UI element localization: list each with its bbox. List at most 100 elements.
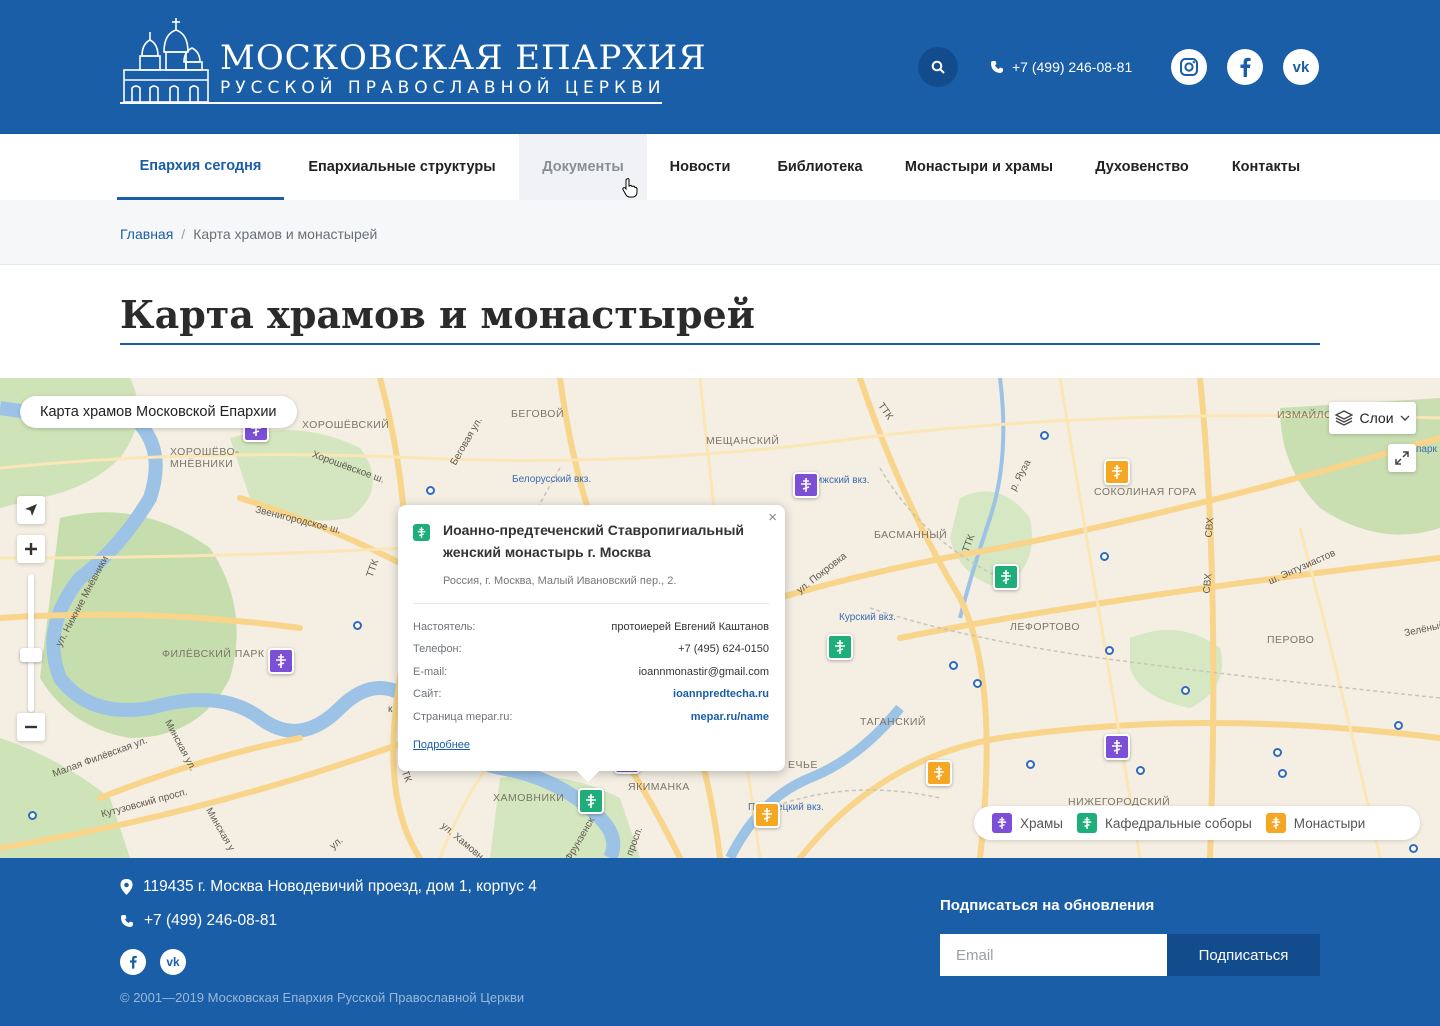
monastery-marker[interactable] [926, 760, 952, 786]
church-marker[interactable] [1104, 734, 1130, 760]
header-phone[interactable]: +7 (499) 246-08-81 [990, 59, 1132, 75]
metro-station-dot[interactable] [1273, 748, 1282, 757]
instagram-button[interactable] [1171, 49, 1207, 85]
metro-station-dot[interactable] [1394, 721, 1403, 730]
subscribe-email-input[interactable] [940, 934, 1167, 976]
cross-icon [762, 808, 772, 822]
nav-item-structures[interactable]: Епархиальные структуры [286, 134, 518, 200]
cathedral-marker-selected[interactable] [578, 788, 604, 814]
legend-item-monasteries[interactable]: Монастыри [1265, 813, 1366, 833]
expand-icon [1395, 451, 1409, 465]
footer-copyright: © 2001—2019 Московская Епархия Русской П… [120, 990, 525, 1005]
district-label: ЛЕФОРТОВО [1010, 621, 1081, 633]
nav-item-clergy[interactable]: Духовенство [1078, 134, 1206, 200]
district-label: ФИЛЁВСКИЙ ПАРК [162, 648, 265, 660]
popup-row-email: E-mail: ioannmonastir@gmail.com [413, 663, 769, 681]
cathedral-logo-icon [123, 18, 209, 103]
site-logo[interactable]: МОСКОВСКАЯ ЕПАРХИЯ РУССКОЙ ПРАВОСЛАВНОЙ … [120, 18, 706, 110]
facebook-icon [1240, 57, 1251, 77]
district-label: ЯКИМАНКА [628, 781, 690, 793]
popup-row-key: Сайт: [413, 688, 442, 700]
legend-item-churches[interactable]: Храмы [992, 813, 1063, 833]
church-icon [992, 813, 1012, 833]
metro-station-dot[interactable] [28, 811, 37, 820]
geolocate-button[interactable] [17, 496, 45, 524]
street-label: СВХ [1201, 572, 1215, 595]
zoom-slider-track[interactable] [28, 574, 34, 712]
popup-address: Россия, г. Москва, Малый Ивановский пер.… [443, 575, 677, 587]
footer-address-text: 119435 г. Москва Новодевичий проезд, дом… [143, 878, 537, 895]
popup-mepar-link[interactable]: mepar.ru/name [691, 711, 769, 723]
metro-station-dot[interactable] [426, 486, 435, 495]
metro-station-dot[interactable] [1040, 431, 1049, 440]
metro-station-dot[interactable] [1026, 760, 1035, 769]
popup-row-phone: Телефон: +7 (495) 624-0150 [413, 640, 769, 658]
subscribe-button[interactable]: Подписаться [1167, 934, 1320, 976]
footer-phone[interactable]: +7 (499) 246-08-81 [120, 912, 277, 930]
breadcrumb: Главная / Карта храмов и монастырей [120, 226, 377, 242]
metro-station-dot[interactable] [1278, 769, 1287, 778]
metro-station-dot[interactable] [973, 679, 982, 688]
chevron-down-icon [1400, 415, 1410, 421]
popup-row-key: E-mail: [413, 666, 448, 678]
metro-station-dot[interactable] [1181, 686, 1190, 695]
fullscreen-button[interactable] [1388, 444, 1416, 472]
layers-dropdown[interactable]: Слои [1329, 402, 1416, 434]
nav-item-monasteries[interactable]: Монастыри и храмы [890, 134, 1068, 200]
monastery-marker[interactable] [1104, 459, 1130, 485]
logo-subtitle: РУССКОЙ ПРАВОСЛАВНОЙ ЦЕРКВИ [220, 78, 666, 98]
footer-phone-text: +7 (499) 246-08-81 [144, 912, 278, 929]
church-marker[interactable] [268, 648, 294, 674]
legend-label: Монастыри [1293, 815, 1366, 831]
facebook-icon [130, 955, 137, 969]
cathedral-marker[interactable] [993, 564, 1019, 590]
phone-icon [991, 61, 1003, 73]
monastery-marker[interactable] [754, 802, 780, 828]
instagram-icon [1180, 58, 1198, 76]
search-button[interactable] [918, 47, 958, 87]
metro-station-dot[interactable] [353, 621, 362, 630]
station-label: Белорусский вкз. [512, 474, 592, 485]
metro-station-dot[interactable] [1105, 646, 1114, 655]
page-title: Карта храмов и монастырей [120, 292, 755, 337]
popup-more-link[interactable]: Подробнее [413, 739, 470, 751]
zoom-out-button[interactable] [17, 713, 45, 741]
zoom-in-button[interactable] [17, 535, 45, 563]
nav-item-news[interactable]: Новости [650, 134, 750, 200]
footer-facebook-button[interactable] [120, 949, 146, 975]
layers-icon [1335, 410, 1354, 426]
cross-icon [1112, 465, 1122, 479]
station-label: Курский вкз. [839, 612, 896, 623]
cross-icon [801, 478, 811, 492]
zoom-slider-handle[interactable] [20, 648, 42, 662]
plus-icon [25, 543, 37, 555]
metro-station-dot[interactable] [1409, 844, 1418, 853]
legend-item-cathedrals[interactable]: Кафедральные соборы [1077, 813, 1252, 833]
popup-row-value[interactable]: +7 (495) 624-0150 [678, 643, 769, 655]
nav-item-eparchy-today[interactable]: Епархия сегодня [117, 134, 284, 200]
cathedral-marker[interactable] [827, 634, 853, 660]
popup-divider [413, 603, 769, 604]
cross-icon [1001, 570, 1011, 584]
vk-button[interactable]: vk [1283, 49, 1319, 85]
close-icon[interactable]: × [768, 509, 777, 526]
map-container[interactable]: БЕГОВОЙ ХОРОШЁВСКИЙ ХОРОШЁВО- МНЁВНИКИ М… [0, 378, 1440, 858]
metro-station-dot[interactable] [1136, 766, 1145, 775]
popup-row-rector: Настоятель: протоиерей Евгений Каштанов [413, 618, 769, 636]
popup-site-link[interactable]: ioannpredtecha.ru [673, 688, 769, 700]
church-marker[interactable] [793, 472, 819, 498]
nav-item-library[interactable]: Библиотека [760, 134, 880, 200]
popup-row-value[interactable]: ioannmonastir@gmail.com [639, 666, 769, 678]
metro-station-dot[interactable] [949, 661, 958, 670]
phone-icon [121, 915, 133, 927]
hand-cursor-icon [622, 178, 638, 198]
footer-vk-button[interactable]: vk [160, 949, 186, 975]
district-label: ХОРОШЁВСКИЙ [302, 419, 390, 431]
facebook-button[interactable] [1227, 49, 1263, 85]
cross-icon [934, 766, 944, 780]
nav-item-contacts[interactable]: Контакты [1214, 134, 1318, 200]
monastery-icon [1265, 813, 1286, 833]
breadcrumb-home-link[interactable]: Главная [120, 226, 173, 242]
metro-station-dot[interactable] [1100, 552, 1109, 561]
popup-row-mepar: Страница mepar.ru: mepar.ru/name [413, 708, 769, 726]
